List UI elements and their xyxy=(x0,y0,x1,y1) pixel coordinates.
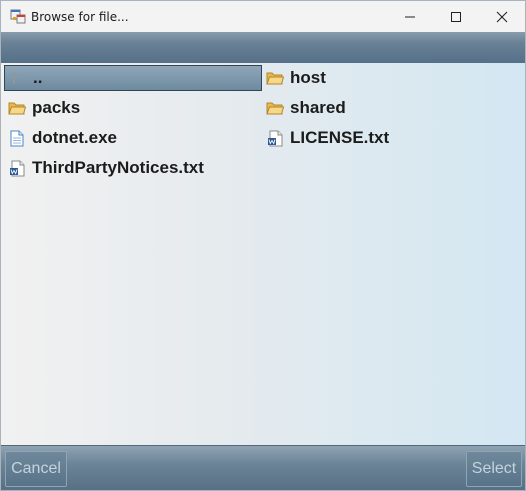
file-list: .. host packs shared dotnet.exe LICENSE.… xyxy=(1,63,525,445)
list-item-file[interactable]: LICENSE.txt xyxy=(262,125,520,151)
folder-icon xyxy=(266,99,284,117)
up-folder-icon xyxy=(9,69,27,87)
list-item-file[interactable]: dotnet.exe xyxy=(4,125,262,151)
file-icon xyxy=(8,129,26,147)
minimize-icon xyxy=(405,16,415,17)
list-item-file[interactable]: ThirdPartyNotices.txt xyxy=(4,155,262,181)
item-label: shared xyxy=(290,98,346,117)
list-item-parent-directory[interactable]: .. xyxy=(4,65,262,91)
folder-icon xyxy=(266,69,284,87)
list-item-folder[interactable]: shared xyxy=(262,95,520,121)
item-label: LICENSE.txt xyxy=(290,128,390,147)
item-label: host xyxy=(290,68,326,87)
bottom-toolbar: Cancel Select xyxy=(1,445,525,490)
window-title: Browse for file... xyxy=(31,10,129,24)
cancel-button[interactable]: Cancel xyxy=(5,451,67,487)
close-icon xyxy=(496,11,508,22)
close-button[interactable] xyxy=(479,1,525,32)
item-label: ThirdPartyNotices.txt xyxy=(32,158,204,177)
top-toolbar xyxy=(1,32,525,64)
app-icon xyxy=(10,9,26,25)
list-item-folder[interactable]: packs xyxy=(4,95,262,121)
word-document-icon xyxy=(266,129,284,147)
file-browser-window: Browse for file... .. host packs shared … xyxy=(0,0,526,491)
title-bar[interactable]: Browse for file... xyxy=(1,1,525,32)
select-button[interactable]: Select xyxy=(466,451,522,487)
maximize-button[interactable] xyxy=(433,1,479,32)
list-item-folder[interactable]: host xyxy=(262,65,520,91)
item-label: .. xyxy=(33,68,43,87)
item-label: packs xyxy=(32,98,81,117)
minimize-button[interactable] xyxy=(387,1,433,32)
word-document-icon xyxy=(8,159,26,177)
folder-icon xyxy=(8,99,26,117)
maximize-icon xyxy=(451,11,461,22)
item-label: dotnet.exe xyxy=(32,128,118,147)
